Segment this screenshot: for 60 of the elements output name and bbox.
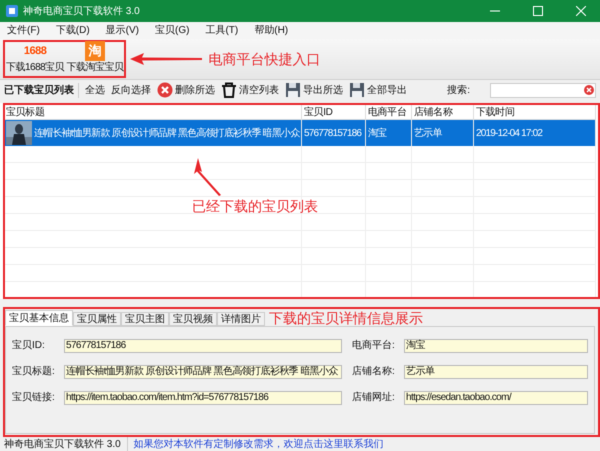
menu-item[interactable]: 文件(F)	[4, 23, 43, 38]
annotation-arrow	[192, 158, 222, 196]
quick-link-button[interactable]: 1688 下载1688宝贝	[6, 41, 64, 75]
field-input[interactable]: 连帽长袖t恤男新款 原创设计师品牌 黑色高领打底衫秋季 暗黑小众	[64, 364, 342, 378]
field-label: 店铺网址:	[352, 390, 396, 405]
quick-link-button[interactable]: 淘 下载淘宝宝贝	[66, 41, 124, 75]
column-header[interactable]: 宝贝标题	[4, 105, 302, 119]
field-input[interactable]: https://esedan.taobao.com/	[404, 390, 588, 404]
menu-item[interactable]: 帮助(H)	[251, 23, 292, 38]
column-header[interactable]: 下载时间	[474, 105, 596, 119]
field-input[interactable]: 淘宝	[404, 338, 588, 352]
app-icon	[6, 5, 18, 17]
field-input[interactable]: 576778157186	[64, 338, 342, 352]
menu-item[interactable]: 宝贝(G)	[152, 23, 192, 38]
detail-tab[interactable]: 详情图片	[217, 312, 265, 326]
detail-tab[interactable]: 宝贝视频	[169, 312, 217, 326]
field-input[interactable]: 艺示单	[404, 364, 588, 378]
menu-item[interactable]: 下载(D)	[52, 23, 93, 38]
field-label: 宝贝ID:	[12, 338, 46, 353]
window-title: 神奇电商宝贝下载软件 3.0	[23, 4, 140, 18]
toolbar-button[interactable]: 导出所选	[285, 82, 343, 98]
1688-logo-icon: 1688	[24, 41, 46, 61]
annotation-label: 已经下载的宝贝列表	[192, 197, 318, 216]
contact-link[interactable]: 如果您对本软件有定制修改需求，欢迎点击这里联系我们	[134, 437, 384, 451]
detail-tab[interactable]: 宝贝主图	[121, 312, 169, 326]
table-cell-text: 576778157186	[304, 126, 362, 140]
column-header[interactable]: 电商平台	[366, 105, 412, 119]
column-header[interactable]: 宝贝ID	[302, 105, 366, 119]
toolbar-button[interactable]: 反向选择	[111, 82, 151, 98]
table-cell-text: 连帽长袖t恤男新款 原创设计师品牌 黑色高领打底衫秋季 暗黑小众	[34, 126, 300, 140]
menu-item[interactable]: 显示(V)	[102, 23, 142, 38]
table-cell-text: 2019-12-04 17:02	[476, 126, 542, 140]
toolbar-title: 已下载宝贝列表	[4, 82, 79, 98]
table-cell-text: 艺示单	[414, 126, 442, 140]
toolbar-button[interactable]: 清空列表	[221, 82, 279, 98]
annotation-label: 电商平台快捷入口	[208, 50, 320, 68]
status-text: 神奇电商宝贝下载软件 3.0	[4, 437, 128, 451]
clear-icon[interactable]	[584, 85, 594, 95]
close-icon[interactable]	[576, 6, 586, 16]
detail-tab[interactable]: 宝贝属性	[73, 312, 121, 326]
search-label: 搜索:	[447, 84, 470, 98]
field-label: 宝贝链接:	[12, 390, 56, 405]
field-label: 宝贝标题:	[12, 364, 56, 379]
toolbar-button[interactable]: 全部导出	[349, 82, 407, 98]
toolbar-button[interactable]: 删除所选	[157, 82, 215, 98]
maximize-icon[interactable]	[533, 6, 543, 16]
table-row[interactable]: 连帽长袖t恤男新款 原创设计师品牌 黑色高领打底衫秋季 暗黑小众 576778157186 淘宝 艺示单 2019-12-04 17:02	[4, 120, 596, 146]
field-input[interactable]: https://item.taobao.com/item.htm?id=576778157186	[64, 390, 342, 404]
menu-item[interactable]: 工具(T)	[202, 23, 242, 38]
taobao-logo-icon: 淘	[84, 41, 105, 61]
column-header[interactable]: 店铺名称	[412, 105, 474, 119]
search-field[interactable]	[490, 82, 596, 98]
field-label: 店铺名称:	[352, 364, 396, 379]
table-cell-text: 淘宝	[368, 126, 386, 140]
close-icon	[157, 82, 173, 98]
toolbar-button[interactable]: 全选	[85, 82, 105, 98]
annotation-label: 下载的宝贝详情信息展示	[269, 310, 423, 326]
trash-icon	[221, 82, 237, 98]
detail-tab[interactable]: 宝贝基本信息	[5, 310, 73, 326]
field-label: 电商平台:	[352, 338, 396, 353]
